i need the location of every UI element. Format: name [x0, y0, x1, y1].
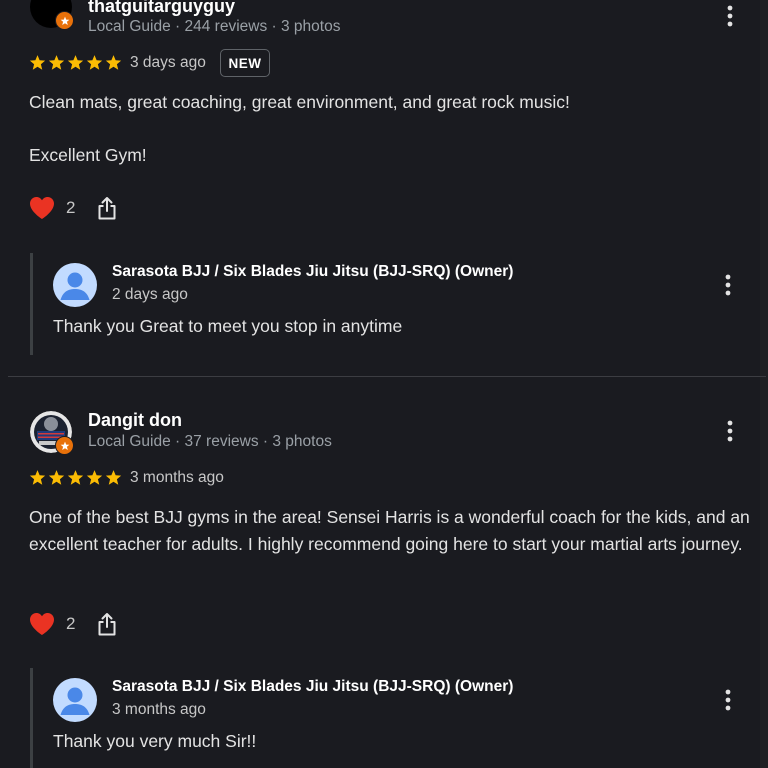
reviewer-name[interactable]: Dangit don: [88, 410, 182, 431]
reviewer-name[interactable]: thatguitarguyguy: [88, 0, 235, 17]
star-rating: [29, 54, 122, 71]
review-actions: 2: [29, 612, 117, 636]
more-vert-icon: [725, 689, 731, 711]
person-avatar-icon: [53, 678, 97, 722]
star-icon: [86, 470, 103, 485]
review-date: 3 months ago: [130, 469, 224, 486]
star-icon: [67, 470, 84, 485]
owner-reply-more-options-button[interactable]: [716, 271, 740, 299]
review-text: Clean mats, great coaching, great enviro…: [29, 92, 570, 112]
owner-reply: Sarasota BJJ / Six Blades Jiu Jitsu (BJJ…: [30, 668, 761, 768]
owner-reply-text: Thank you very much Sir!!: [53, 731, 257, 751]
review-more-options-button[interactable]: [718, 2, 742, 30]
reviewer-avatar[interactable]: [30, 0, 74, 30]
owner-reply-date: 3 months ago: [112, 701, 206, 718]
reviewer-meta: Local Guide · 37 reviews · 3 photos: [88, 433, 332, 450]
reviewer-meta: Local Guide · 244 reviews · 3 photos: [88, 18, 341, 35]
star-icon: [29, 55, 46, 70]
more-vert-icon: [727, 420, 733, 442]
review-more-options-button[interactable]: [718, 417, 742, 445]
like-count: 2: [66, 614, 76, 633]
heart-icon: [30, 197, 54, 219]
owner-reply-date: 2 days ago: [112, 286, 188, 303]
review-card: Dangit don Local Guide · 37 reviews · 3 …: [8, 378, 766, 768]
owner-reply: Sarasota BJJ / Six Blades Jiu Jitsu (BJJ…: [30, 253, 761, 355]
star-icon: [48, 55, 65, 70]
reviewer-avatar[interactable]: [30, 411, 74, 455]
star-icon: [29, 470, 46, 485]
share-icon: [98, 197, 116, 220]
more-vert-icon: [727, 5, 733, 27]
like-button[interactable]: 2: [29, 612, 75, 636]
more-vert-icon: [725, 274, 731, 296]
share-icon: [98, 613, 116, 636]
owner-reply-more-options-button[interactable]: [716, 686, 740, 714]
owner-name: Sarasota BJJ / Six Blades Jiu Jitsu (BJJ…: [112, 678, 514, 695]
owner-name: Sarasota BJJ / Six Blades Jiu Jitsu (BJJ…: [112, 263, 514, 280]
review-divider: [8, 376, 766, 377]
star-rating: [29, 469, 122, 486]
review-date: 3 days ago: [130, 54, 206, 71]
share-button[interactable]: [97, 196, 117, 220]
star-icon: [105, 470, 122, 485]
share-button[interactable]: [97, 612, 117, 636]
star-icon: [67, 55, 84, 70]
star-icon: [86, 55, 103, 70]
star-icon: [48, 470, 65, 485]
person-avatar-icon: [53, 263, 97, 307]
star-icon: [105, 55, 122, 70]
like-button[interactable]: 2: [29, 196, 75, 220]
new-badge: NEW: [220, 49, 270, 77]
local-guide-badge-icon: [55, 11, 74, 30]
review-text: One of the best BJJ gyms in the area! Se…: [29, 507, 750, 554]
owner-reply-text: Thank you Great to meet you stop in anyt…: [53, 316, 403, 336]
review-text: Excellent Gym!: [29, 145, 147, 165]
heart-icon: [30, 613, 54, 635]
local-guide-badge-icon: [55, 436, 74, 455]
review-actions: 2: [29, 196, 117, 220]
like-count: 2: [66, 198, 76, 217]
review-card: thatguitarguyguy Local Guide · 244 revie…: [8, 0, 766, 376]
